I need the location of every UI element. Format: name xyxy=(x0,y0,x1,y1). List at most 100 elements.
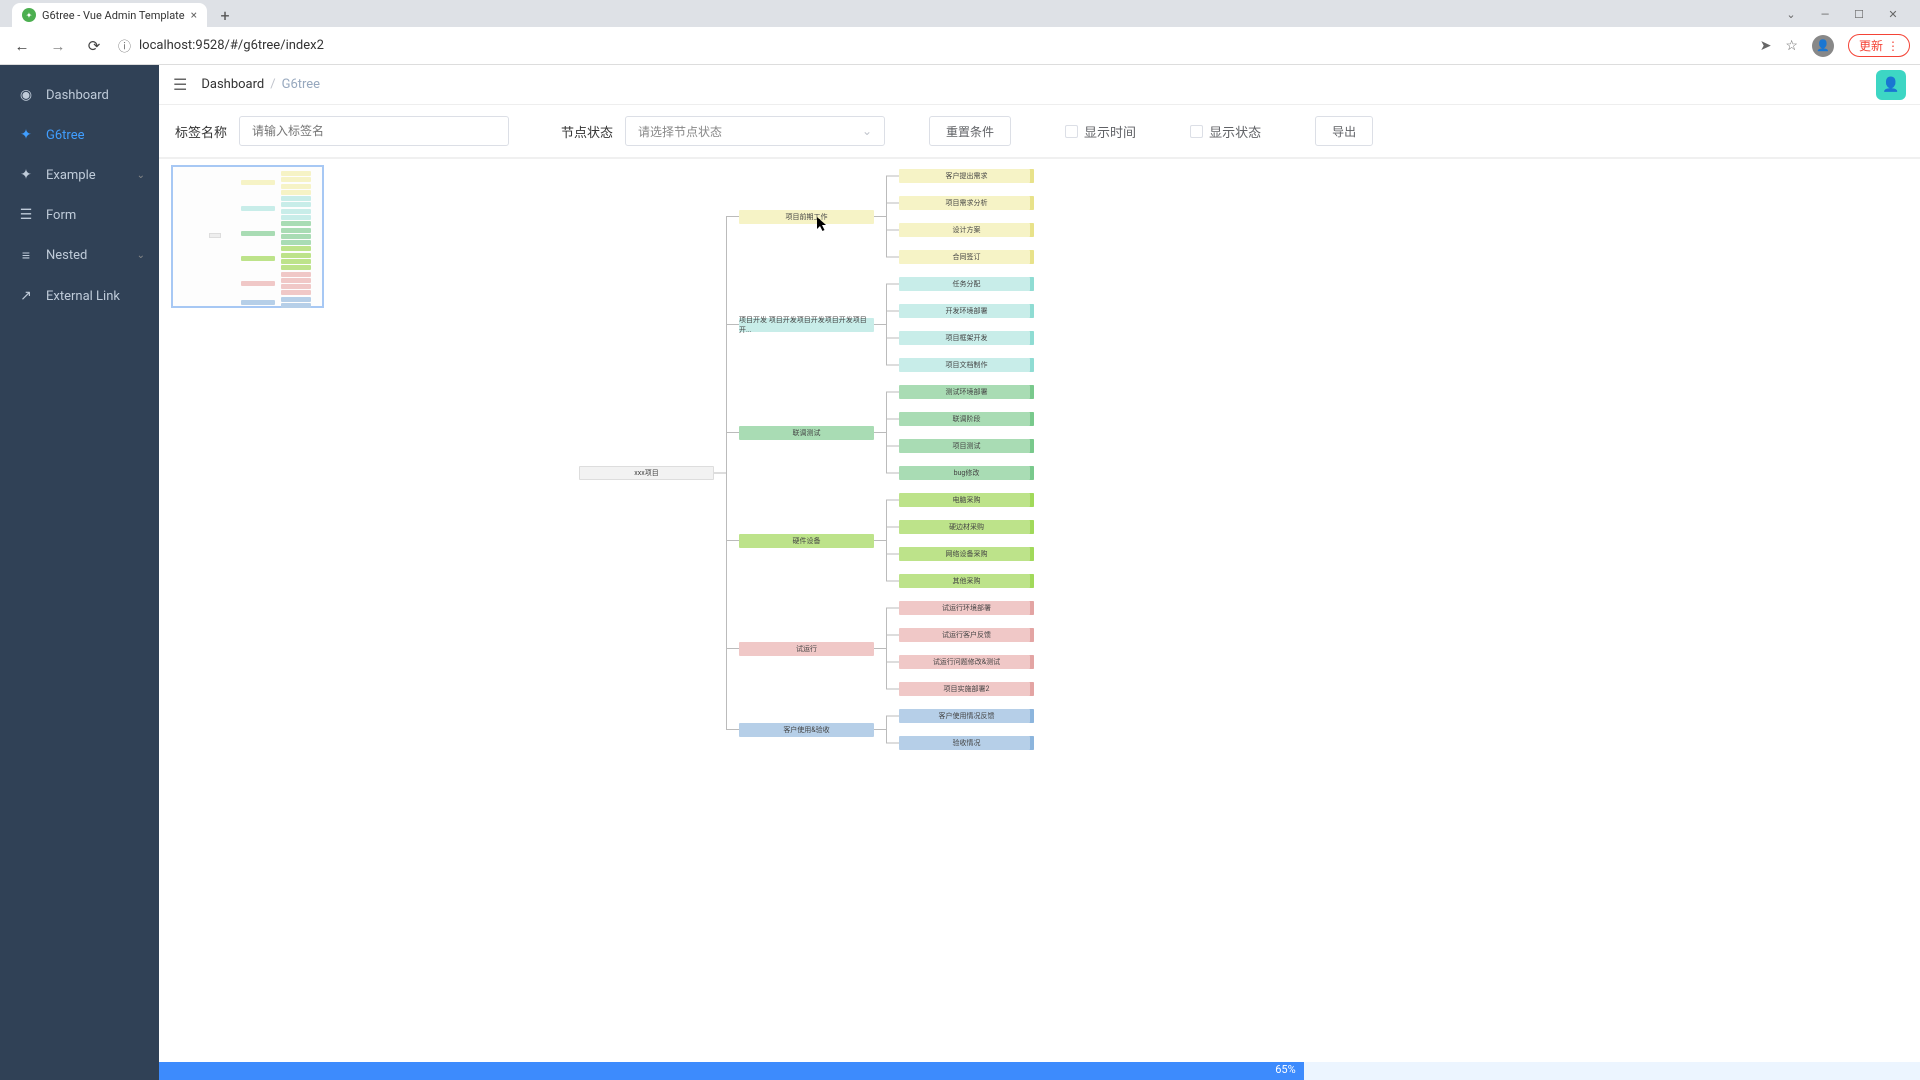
chevron-down-icon[interactable]: ⌄ xyxy=(1776,4,1806,24)
tree-leaf-node[interactable]: 客户使用情况反馈 xyxy=(899,709,1034,723)
form-icon: ☰ xyxy=(18,207,34,223)
new-tab-button[interactable]: + xyxy=(213,3,237,27)
tree-leaf-node[interactable]: 项目测试 xyxy=(899,439,1034,453)
breadcrumb-separator: / xyxy=(270,77,275,92)
more-icon: ⋮ xyxy=(1887,39,1899,53)
forward-button[interactable]: → xyxy=(46,34,70,58)
close-window-icon[interactable]: ✕ xyxy=(1878,4,1908,24)
close-icon[interactable]: × xyxy=(191,8,197,22)
tree-leaf-node[interactable]: 开发环境部署 xyxy=(899,304,1034,318)
checkbox-label: 显示状态 xyxy=(1209,122,1261,141)
hamburger-icon[interactable]: ☰ xyxy=(173,75,187,94)
checkbox-icon xyxy=(1065,125,1078,138)
reload-button[interactable]: ⟳ xyxy=(82,34,106,58)
update-button[interactable]: 更新 ⋮ xyxy=(1848,34,1910,57)
breadcrumb-root[interactable]: Dashboard xyxy=(201,77,264,92)
browser-chrome: ✦ G6tree - Vue Admin Template × + ⌄ — ☐ … xyxy=(0,0,1920,27)
tree-icon: ✦ xyxy=(18,127,34,143)
export-button[interactable]: 导出 xyxy=(1315,116,1373,146)
tree-leaf-node[interactable]: 项目需求分析 xyxy=(899,196,1034,210)
address-bar[interactable]: ⓘ localhost:9528/#/g6tree/index2 xyxy=(118,36,324,55)
tree-leaf-node[interactable]: bug修改 xyxy=(899,466,1034,480)
main-content: ☰ Dashboard / G6tree 👤 标签名称 节点状态 请选择节点状态… xyxy=(159,65,1920,1080)
browser-toolbar: ← → ⟳ ⓘ localhost:9528/#/g6tree/index2 ➤… xyxy=(0,27,1920,65)
tab-favicon-icon: ✦ xyxy=(22,8,36,22)
tree-category-node[interactable]: 项目前期工作 xyxy=(739,210,874,224)
app-root: ◉ Dashboard ✦ G6tree ✦ Example ⌄ ☰ Form … xyxy=(0,65,1920,1080)
example-icon: ✦ xyxy=(18,167,34,183)
breadcrumb-current: G6tree xyxy=(282,77,321,92)
tree-graph[interactable]: 客户提出需求项目需求分析设计方案合同签订 项目前期工作任务分配开发环境部署项目框架… xyxy=(159,159,1920,1062)
tree-leaf-node[interactable]: 设计方案 xyxy=(899,223,1034,237)
back-button[interactable]: ← xyxy=(10,34,34,58)
sidebar-item-example[interactable]: ✦ Example ⌄ xyxy=(0,155,159,195)
sidebar-item-external[interactable]: ↗ External Link xyxy=(0,276,159,316)
reset-button[interactable]: 重置条件 xyxy=(929,116,1011,146)
sidebar-item-label: G6tree xyxy=(46,128,85,143)
tree-leaf-node[interactable]: 联调阶段 xyxy=(899,412,1034,426)
tree-leaf-node[interactable]: 合同签订 xyxy=(899,250,1034,264)
sidebar-item-form[interactable]: ☰ Form xyxy=(0,195,159,235)
checkbox-label: 显示时间 xyxy=(1084,122,1136,141)
filter-status-label: 节点状态 xyxy=(561,122,613,141)
tree-leaf-node[interactable]: 任务分配 xyxy=(899,277,1034,291)
tree-canvas[interactable]: 客户提出需求项目需求分析设计方案合同签订 项目前期工作任务分配开发环境部署项目框架… xyxy=(159,159,1920,1062)
external-link-icon: ↗ xyxy=(18,288,34,304)
tree-leaf-node[interactable]: 项目框架开发 xyxy=(899,331,1034,345)
sidebar-item-g6tree[interactable]: ✦ G6tree xyxy=(0,115,159,155)
sidebar-item-dashboard[interactable]: ◉ Dashboard xyxy=(0,75,159,115)
chevron-down-icon: ⌄ xyxy=(137,250,145,261)
filter-bar: 标签名称 节点状态 请选择节点状态 ⌄ 重置条件 显示时间 显示状态 导出 xyxy=(159,105,1920,159)
dashboard-icon: ◉ xyxy=(18,87,34,103)
show-time-checkbox[interactable]: 显示时间 xyxy=(1065,122,1136,141)
nested-icon: ≡ xyxy=(18,247,34,264)
sidebar: ◉ Dashboard ✦ G6tree ✦ Example ⌄ ☰ Form … xyxy=(0,65,159,1080)
profile-icon[interactable]: 👤 xyxy=(1812,35,1834,57)
tree-category-node[interactable]: 试运行 xyxy=(739,642,874,656)
tree-leaf-node[interactable]: 验收情况 xyxy=(899,736,1034,750)
tab-title: G6tree - Vue Admin Template xyxy=(42,9,185,22)
maximize-icon[interactable]: ☐ xyxy=(1844,4,1874,24)
status-select[interactable]: 请选择节点状态 ⌄ xyxy=(625,116,885,146)
tree-category-node[interactable]: 联调测试 xyxy=(739,426,874,440)
sidebar-item-label: Example xyxy=(46,168,96,183)
checkbox-icon xyxy=(1190,125,1203,138)
tree-category-node[interactable]: 客户使用&验收 xyxy=(739,723,874,737)
tree-category-node[interactable]: 硬件设备 xyxy=(739,534,874,548)
sidebar-item-label: Nested xyxy=(46,248,87,263)
label-name-input[interactable] xyxy=(239,116,509,146)
minimize-icon[interactable]: — xyxy=(1810,4,1840,24)
tree-leaf-node[interactable]: 硬边材采购 xyxy=(899,520,1034,534)
tree-leaf-node[interactable]: 网络设备采购 xyxy=(899,547,1034,561)
progress-label: 65% xyxy=(1275,1063,1295,1076)
sidebar-item-label: External Link xyxy=(46,289,120,304)
tree-leaf-node[interactable]: 试运行客户反馈 xyxy=(899,628,1034,642)
browser-tab[interactable]: ✦ G6tree - Vue Admin Template × xyxy=(12,3,207,27)
tree-leaf-node[interactable]: 项目实施部署2 xyxy=(899,682,1034,696)
sidebar-item-label: Form xyxy=(46,208,76,223)
tree-leaf-node[interactable]: 试运行环境部署 xyxy=(899,601,1034,615)
tree-leaf-node[interactable]: 试运行问题修改&测试 xyxy=(899,655,1034,669)
star-icon[interactable]: ☆ xyxy=(1785,38,1798,54)
send-icon[interactable]: ➤ xyxy=(1760,38,1772,54)
status-placeholder: 请选择节点状态 xyxy=(638,123,722,140)
tree-leaf-node[interactable]: 电脑采购 xyxy=(899,493,1034,507)
url-text: localhost:9528/#/g6tree/index2 xyxy=(139,38,324,53)
sidebar-item-nested[interactable]: ≡ Nested ⌄ xyxy=(0,235,159,276)
site-info-icon[interactable]: ⓘ xyxy=(118,36,131,55)
show-status-checkbox[interactable]: 显示状态 xyxy=(1190,122,1261,141)
tree-leaf-node[interactable]: 客户提出需求 xyxy=(899,169,1034,183)
tree-root-node[interactable]: xxx项目 xyxy=(579,466,714,480)
chevron-down-icon: ⌄ xyxy=(137,170,145,181)
avatar[interactable]: 👤 xyxy=(1876,70,1906,100)
sidebar-item-label: Dashboard xyxy=(46,88,109,103)
topbar: ☰ Dashboard / G6tree 👤 xyxy=(159,65,1920,105)
breadcrumb: Dashboard / G6tree xyxy=(201,77,320,92)
tree-leaf-node[interactable]: 测试环境部署 xyxy=(899,385,1034,399)
chevron-down-icon: ⌄ xyxy=(862,124,872,138)
tree-category-node[interactable]: 项目开发 项目开发项目开发项目开发项目开... xyxy=(739,318,874,332)
filter-label-name: 标签名称 xyxy=(175,122,227,141)
progress-bar: 65% xyxy=(159,1062,1920,1080)
tree-leaf-node[interactable]: 其他采购 xyxy=(899,574,1034,588)
tree-leaf-node[interactable]: 项目文档制作 xyxy=(899,358,1034,372)
